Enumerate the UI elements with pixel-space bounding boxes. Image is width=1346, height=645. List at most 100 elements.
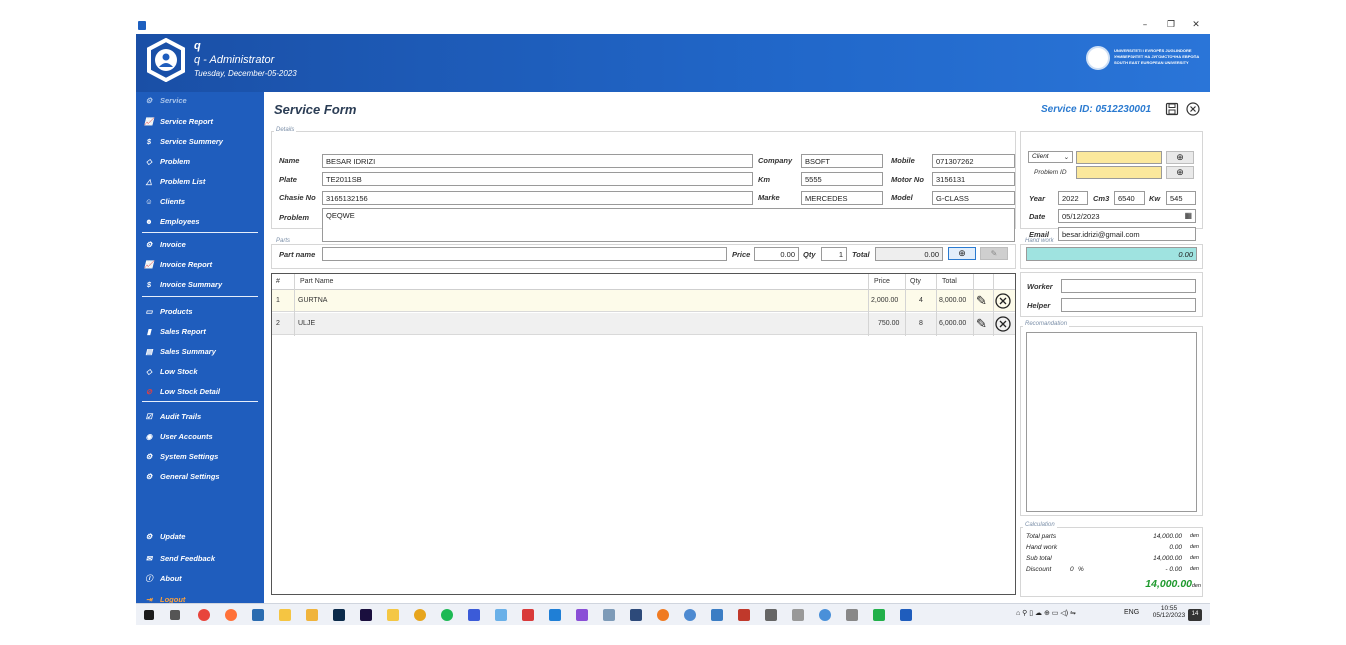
app-icon-17[interactable] <box>630 609 642 621</box>
sidebar-item-low-stock-detail[interactable]: ⊘ Low Stock Detail <box>142 383 260 399</box>
powershell-icon[interactable] <box>252 609 264 621</box>
problem-field[interactable]: QEQWE <box>322 208 1015 242</box>
filezilla-icon[interactable] <box>738 609 750 621</box>
close-window-button[interactable]: ✕ <box>1183 20 1209 32</box>
company-field[interactable]: BSOFT <box>801 154 883 168</box>
mobile-field[interactable]: 071307262 <box>932 154 1015 168</box>
app-icon-13[interactable] <box>522 609 534 621</box>
sidebar-item-invoice-report[interactable]: 📈 Invoice Report <box>142 256 260 272</box>
maximize-button[interactable]: ❐ <box>1158 20 1184 32</box>
service-app-taskbar-icon[interactable] <box>900 609 912 621</box>
folder-icon[interactable] <box>279 609 291 621</box>
sidebar-item-update[interactable]: ⚙ Update <box>142 528 260 544</box>
discount-percent[interactable]: 0 <box>1070 566 1074 573</box>
sidebar-item-invoice-summary[interactable]: $ Invoice Summary <box>142 276 260 292</box>
after-effects-icon[interactable] <box>360 609 372 621</box>
sidebar-divider <box>142 232 258 233</box>
plate-field[interactable]: TE2011SB <box>322 172 753 186</box>
col-price: Price <box>874 278 890 285</box>
app-icon-11[interactable] <box>468 609 480 621</box>
sidebar-item-general-settings[interactable]: ⚙ General Settings <box>142 468 260 484</box>
explorer-icon[interactable] <box>306 609 318 621</box>
delete-row-icon[interactable] <box>995 316 1011 332</box>
table-row[interactable]: 2 ULJE 750.00 8 6,000.00 ✎ <box>272 313 1015 335</box>
start-icon[interactable] <box>144 610 154 620</box>
model-field[interactable]: G-CLASS <box>932 191 1015 205</box>
price-field[interactable]: 0.00 <box>754 247 799 261</box>
sidebar-item-user-accounts[interactable]: ◉ User Accounts <box>142 428 260 444</box>
sidebar-item-employees[interactable]: ☻ Employees <box>142 213 260 229</box>
cm3-field[interactable]: 6540 <box>1114 191 1145 205</box>
sidebar-item-problem[interactable]: ◇ Problem <box>142 153 260 169</box>
table-row[interactable]: 1 GURTNA 2,000.00 4 8,000.00 ✎ <box>272 290 1015 312</box>
app-icon-19[interactable] <box>684 609 696 621</box>
sidebar-item-audit-trails[interactable]: ☑ Audit Trails <box>142 408 260 424</box>
hand-work-row: Hand work 0.00 den <box>1026 544 1199 551</box>
task-view-icon[interactable] <box>170 610 180 620</box>
bar-chart-icon: ▮ <box>146 326 152 336</box>
sidebar-item-service-summery[interactable]: $ Service Summery <box>142 133 260 149</box>
chasis-field[interactable]: 3165132156 <box>322 191 753 205</box>
app-icon-9[interactable] <box>414 609 426 621</box>
snipping-icon[interactable] <box>765 609 777 621</box>
sidebar-item-send-feedback[interactable]: ✉ Send Feedback <box>142 550 260 566</box>
date-picker[interactable]: 05/12/2023 ▦ <box>1058 209 1196 223</box>
sidebar-item-sales-summary[interactable]: ▤ Sales Summary <box>142 343 260 359</box>
edit-row-icon[interactable]: ✎ <box>976 316 987 332</box>
hand-work-field[interactable]: 0.00 <box>1026 247 1197 261</box>
add-part-button[interactable]: ⊕ <box>948 247 976 260</box>
sidebar-item-service[interactable]: ⚙ Service <box>142 92 260 108</box>
language-indicator[interactable]: ENG <box>1124 609 1139 616</box>
sidebar-item-about[interactable]: ⓘ About <box>142 570 260 586</box>
email-field[interactable]: besar.idrizi@gmail.com <box>1058 227 1196 241</box>
photoshop-icon[interactable] <box>333 609 345 621</box>
app-icon-20[interactable] <box>711 609 723 621</box>
app-icon-26[interactable] <box>873 609 885 621</box>
vscode-icon[interactable] <box>549 609 561 621</box>
client-field[interactable] <box>1076 151 1162 164</box>
worker-field[interactable] <box>1061 279 1196 293</box>
app-icon-25[interactable] <box>846 609 858 621</box>
sidebar-item-sales-report[interactable]: ▮ Sales Report <box>142 323 260 339</box>
add-problem-button[interactable]: ⊕ <box>1166 166 1194 179</box>
client-select[interactable]: Client ⌄ <box>1028 151 1073 163</box>
clock[interactable]: 10:55 05/12/2023 <box>1152 605 1186 619</box>
visual-studio-icon[interactable] <box>576 609 588 621</box>
edit-part-button[interactable]: ✎ <box>980 247 1008 260</box>
delete-row-icon[interactable] <box>995 293 1011 309</box>
chrome-icon[interactable] <box>198 609 210 621</box>
qty-field[interactable]: 1 <box>821 247 847 261</box>
onedrive-icon[interactable] <box>819 609 831 621</box>
notes-icon[interactable] <box>387 609 399 621</box>
tray-icons[interactable]: ⌂ ⚲ ▯ ☁ ⊕ ▭ ◁) ⇋ <box>1016 609 1076 617</box>
helper-field[interactable] <box>1061 298 1196 312</box>
marke-field[interactable]: MERCEDES <box>801 191 883 205</box>
notification-badge[interactable]: 14 <box>1188 609 1202 621</box>
motor-field[interactable]: 3156131 <box>932 172 1015 186</box>
recommendation-field[interactable] <box>1026 332 1197 512</box>
app-icon-18[interactable] <box>657 609 669 621</box>
sidebar-item-invoice[interactable]: ⚙ Invoice <box>142 236 260 252</box>
app-icon-16[interactable] <box>603 609 615 621</box>
sidebar-item-problem-list[interactable]: △ Problem List <box>142 173 260 189</box>
app-icon-12[interactable] <box>495 609 507 621</box>
minimize-button[interactable]: – <box>1132 20 1158 32</box>
sidebar-item-clients[interactable]: ☺ Clients <box>142 193 260 209</box>
add-client-button[interactable]: ⊕ <box>1166 151 1194 164</box>
kw-field[interactable]: 545 <box>1166 191 1196 205</box>
firefox-icon[interactable] <box>225 609 237 621</box>
close-form-icon[interactable] <box>1186 102 1200 116</box>
year-field[interactable]: 2022 <box>1058 191 1088 205</box>
sidebar-item-system-settings[interactable]: ⚙ System Settings <box>142 448 260 464</box>
name-field[interactable]: BESAR IDRIZI <box>322 154 753 168</box>
sidebar-item-products[interactable]: ▭ Products <box>142 303 260 319</box>
part-name-field[interactable] <box>322 247 727 261</box>
edit-row-icon[interactable]: ✎ <box>976 293 987 309</box>
problem-id-field[interactable] <box>1076 166 1162 179</box>
app-icon-23[interactable] <box>792 609 804 621</box>
save-icon[interactable] <box>1165 102 1179 116</box>
sidebar-item-low-stock[interactable]: ◇ Low Stock <box>142 363 260 379</box>
spotify-icon[interactable] <box>441 609 453 621</box>
km-field[interactable]: 5555 <box>801 172 883 186</box>
sidebar-item-service-report[interactable]: 📈 Service Report <box>142 113 260 129</box>
